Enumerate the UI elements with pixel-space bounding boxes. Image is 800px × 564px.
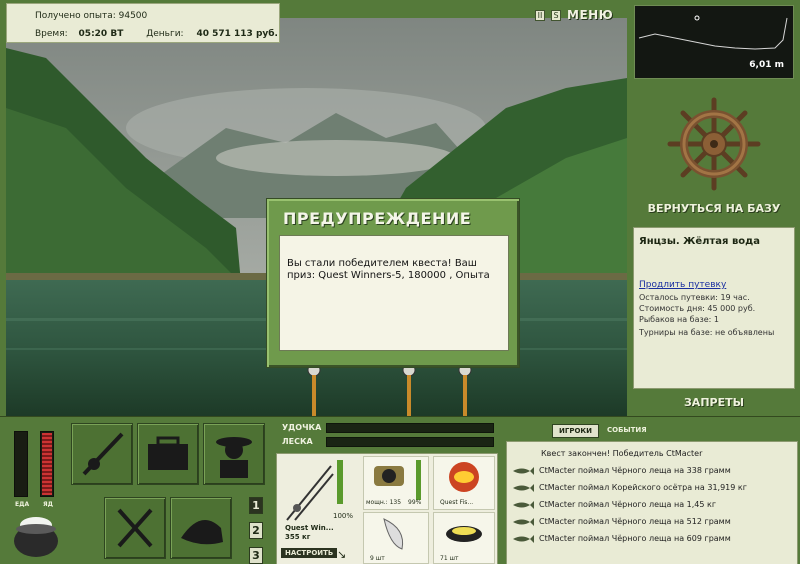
depth-panel: 6,01 m [634, 5, 794, 79]
lure-icon [446, 526, 482, 542]
food-gauge [14, 431, 28, 497]
player-info-panel: Получено опыта: 94500 Время: 05:20 ВТ Де… [6, 3, 280, 43]
reel-icon [374, 466, 404, 486]
depth-value: 6,01 m [749, 60, 784, 70]
rod-holder-3[interactable] [456, 362, 474, 422]
food-tile[interactable] [104, 497, 166, 559]
menu-button[interactable]: МЕНЮ [567, 8, 613, 22]
ship-wheel-icon[interactable] [666, 96, 762, 192]
money-label: Деньги: [146, 29, 184, 39]
tackle-box-tile[interactable] [137, 423, 199, 485]
rod-percent: 100% [333, 512, 354, 520]
rod-holder-2[interactable] [400, 362, 418, 422]
dialog-message: Вы стали победителем квеста! Ваш приз: Q… [287, 258, 490, 281]
reel-durability-bar [416, 460, 421, 500]
day-cost: Стоимость дня: 45 000 руб. [639, 304, 756, 313]
fisherman-icon [216, 437, 252, 478]
fish-icon [181, 520, 223, 545]
hook-count: 9 шт [370, 555, 385, 562]
fish-icon [513, 467, 534, 475]
hook-slot[interactable]: 9 шт [363, 512, 429, 564]
experience-value: 94500 [118, 11, 148, 21]
float-position-marker [694, 15, 700, 21]
location-info-box: Янцзы. Жёлтая вода Продлить путевку Оста… [633, 227, 795, 389]
food-label: ЕДА [15, 501, 30, 508]
bait-name: Quest Fis... [440, 499, 474, 506]
lure-slot[interactable]: 71 шт [433, 512, 495, 564]
dialog-title: ПРЕДУПРЕЖДЕНИЕ [283, 209, 472, 228]
top-controls: II S МЕНЮ [535, 6, 613, 24]
tab-events[interactable]: СОБЫТИЯ [601, 424, 653, 438]
game-screen: Получено опыта: 94500 Время: 05:20 ВТ Де… [0, 0, 800, 564]
fish-icon [513, 518, 534, 526]
rod-select-1[interactable]: 1 [249, 497, 263, 514]
rod-holder-1[interactable] [305, 362, 323, 422]
reel-slot[interactable]: мощн.: 135 99% [363, 456, 429, 510]
rod-tension-bar [326, 423, 494, 433]
list-item: CtMacter поймал Чёрного леща на 512 грам… [507, 514, 799, 530]
tab-players[interactable]: ИГРОКИ [552, 424, 599, 438]
time-value: 05:20 ВТ [78, 29, 124, 39]
rod-select-3[interactable]: 3 [249, 547, 263, 564]
fish-icon [513, 484, 534, 492]
return-to-base-button[interactable]: ВЕРНУТЬСЯ НА БАЗУ [628, 202, 800, 215]
list-item: CtMacter поймал Чёрного леща на 1,45 кг [507, 497, 799, 513]
fisherman-tile[interactable] [203, 423, 265, 485]
rod-set-icon [286, 465, 334, 521]
bans-button[interactable]: ЗАПРЕТЫ [628, 396, 800, 409]
feed-header: Квест закончен! Победитель CtMacter [541, 449, 703, 458]
warning-dialog: ПРЕДУПРЕЖДЕНИЕ Вы стали победителем квес… [266, 198, 520, 368]
experience-label: Получено опыта: [35, 11, 116, 21]
tackle-box-icon [148, 436, 188, 470]
rod-icon [82, 432, 124, 476]
poison-gauge [40, 431, 54, 497]
location-title: Янцзы. Жёлтая вода [639, 236, 760, 247]
rod-durability-bar [337, 460, 343, 504]
money-value: 40 571 113 руб. [196, 29, 278, 39]
list-item: CtMacter поймал Чёрного леща на 609 грам… [507, 531, 799, 547]
bait-icon [449, 462, 479, 492]
line-tension-label: ЛЕСКА [282, 437, 313, 446]
right-panel: ВЕРНУТЬСЯ НА БАЗУ Янцзы. Жёлтая вода Про… [628, 80, 800, 416]
fork-knife-icon [117, 508, 153, 548]
sound-button[interactable]: S [551, 9, 561, 21]
fishers-count: Рыбаков на базе: 1 [639, 315, 719, 324]
setup-button[interactable]: НАСТРОИТЬ [281, 548, 338, 558]
rod-tension-label: УДОЧКА [282, 423, 322, 432]
fish-icon [513, 501, 534, 509]
list-item: CtMacter поймал Корейского осётра на 31,… [507, 480, 799, 496]
rod-weight: 355 кг [285, 533, 311, 541]
tackle-panel: УДОЧКА ЛЕСКА Quest Win... 355 кг 100% НА… [274, 417, 500, 564]
reel-power: мощн.: 135 [366, 499, 402, 506]
pause-button[interactable]: II [535, 9, 545, 21]
fish-tile[interactable] [170, 497, 232, 559]
rod-select-2[interactable]: 2 [249, 522, 263, 539]
list-item: CtMacter поймал Чёрного леща на 338 грам… [507, 463, 799, 479]
event-feed: Квест закончен! Победитель CtMacter CtMa… [506, 441, 798, 564]
extend-permit-link[interactable]: Продлить путевку [639, 280, 726, 290]
event-feed-panel: ИГРОКИ СОБЫТИЯ Квест закончен! Победител… [502, 417, 800, 564]
poison-label: ЯД [43, 501, 53, 508]
rods-tile[interactable] [71, 423, 133, 485]
fish-icon [513, 535, 534, 543]
lure-count: 71 шт [440, 555, 459, 562]
time-label: Время: [35, 29, 68, 39]
bottom-panel: ЕДА ЯД 1 2 3 УДОЧКА ЛЕСКА Quest Win... 3… [0, 416, 800, 564]
hook-icon [383, 518, 404, 550]
line-tension-bar [326, 437, 494, 447]
bait-slot[interactable]: Quest Fis... [433, 456, 495, 510]
dialog-message-box: Вы стали победителем квеста! Ваш приз: Q… [279, 235, 509, 351]
rod-setup-panel: Quest Win... 355 кг 100% НАСТРОИТЬ ↘ мощ… [276, 453, 498, 564]
reel-percent: 99% [408, 499, 422, 506]
arrow-icon: ↘ [337, 548, 347, 561]
rod-name: Quest Win... [285, 524, 334, 532]
pot-icon[interactable] [10, 511, 62, 561]
tournaments-status: Турниры на базе: не объявлены [639, 328, 775, 337]
permit-remaining: Осталось путевки: 19 час. [639, 293, 750, 302]
